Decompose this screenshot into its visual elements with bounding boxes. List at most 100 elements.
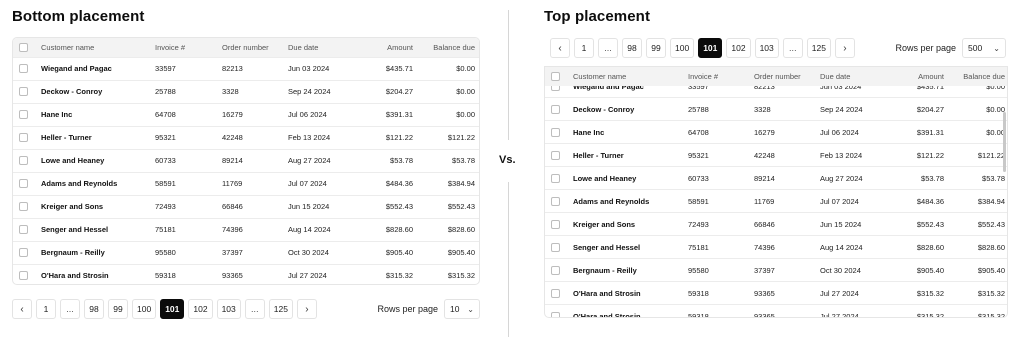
column-header[interactable]: Invoice #	[155, 38, 222, 57]
column-header[interactable]: Due date	[288, 38, 355, 57]
amount-cell: $552.43	[355, 194, 413, 218]
page-button[interactable]: 99	[646, 38, 666, 58]
table-row[interactable]: Adams and Reynolds 58591 11769 Jul 07 2024 $…	[13, 171, 479, 195]
page-button[interactable]: 102	[726, 38, 751, 58]
balance-due-cell: $384.94	[944, 189, 1007, 213]
table-row[interactable]: Bergnaum - Reilly 95580 37397 Oct 30 2024 $9…	[13, 240, 479, 264]
balance-due-cell: $0.00	[944, 97, 1007, 121]
panel-title: Top placement	[544, 8, 651, 25]
balance-due-cell: $0.00	[413, 102, 479, 126]
page-button[interactable]: 1	[574, 38, 594, 58]
row-checkbox[interactable]	[551, 219, 560, 229]
table-row[interactable]: Adams and Reynolds 58591 11769 Jul 07 2024 $…	[545, 189, 1007, 213]
column-header[interactable]: Order number	[222, 38, 288, 57]
page-button[interactable]: 103	[216, 299, 241, 319]
order-number-cell: 66846	[754, 212, 820, 236]
column-header[interactable]: Balance due	[413, 38, 479, 57]
order-number-cell: 42248	[222, 125, 288, 149]
invoice-cell: 72493	[155, 194, 222, 218]
table-row[interactable]: Hane Inc 64708 16279 Jul 06 2024 $391.31 $0.0…	[545, 120, 1007, 144]
row-checkbox[interactable]	[551, 242, 560, 252]
page-button[interactable]: 125	[268, 299, 293, 319]
rows-per-page-select[interactable]: 10 ⌄	[444, 299, 480, 319]
current-page-button[interactable]: 101	[698, 38, 723, 58]
row-checkbox[interactable]	[19, 64, 28, 73]
table-row[interactable]: Senger and Hessel 75181 74396 Aug 14 2024 $8…	[545, 235, 1007, 259]
page-button[interactable]: 125	[806, 38, 831, 58]
pagination-ellipsis[interactable]: …	[598, 38, 618, 58]
rows-per-page-select[interactable]: 500 ⌄	[962, 38, 1006, 58]
select-all-checkbox[interactable]	[551, 72, 560, 81]
row-checkbox[interactable]	[19, 87, 28, 96]
table-scroll-area[interactable]: Wiegand and Pagac 33597 82213 Jun 03 2024 $4…	[545, 86, 1007, 317]
order-number-cell: 16279	[754, 120, 820, 144]
select-all-checkbox[interactable]	[19, 42, 28, 52]
row-checkbox[interactable]	[19, 248, 28, 257]
page-button[interactable]: 102	[188, 299, 213, 319]
table-row[interactable]: Deckow - Conroy 25788 3328 Sep 24 2024 $204.…	[545, 97, 1007, 121]
table-row[interactable]: Wiegand and Pagac 33597 82213 Jun 03 2024 $4…	[13, 56, 479, 80]
column-header[interactable]: Amount	[355, 38, 413, 57]
pagination-ellipsis[interactable]: …	[244, 299, 265, 319]
row-checkbox[interactable]	[19, 133, 28, 142]
column-header[interactable]: Customer name	[573, 67, 688, 86]
page-button[interactable]: 99	[108, 299, 128, 319]
row-checkbox[interactable]	[551, 150, 560, 160]
table-row[interactable]: Kreiger and Sons 72493 66846 Jun 15 2024 $55…	[545, 212, 1007, 236]
table-row[interactable]: Bergnaum - Reilly 95580 37397 Oct 30 2024 $9…	[545, 258, 1007, 282]
chevron-left-icon[interactable]: ‹	[550, 38, 570, 58]
column-header[interactable]: Due date	[820, 67, 888, 86]
table-row[interactable]: Kreiger and Sons 72493 66846 Jun 15 2024 $55…	[13, 194, 479, 218]
table-row[interactable]: O'Hara and Strosin 59318 93365 Jul 27 2024 $…	[545, 281, 1007, 305]
table-row[interactable]: Heller - Turner 95321 42248 Feb 13 2024 $121…	[13, 125, 479, 149]
scrollbar[interactable]	[1003, 112, 1006, 172]
amount-cell: $435.71	[355, 56, 413, 80]
row-checkbox[interactable]	[19, 202, 28, 211]
pagination-ellipsis[interactable]: …	[60, 299, 80, 319]
column-header[interactable]: Balance due	[944, 67, 1007, 86]
amount-cell: $828.60	[888, 235, 944, 259]
table-row[interactable]: Senger and Hessel 75181 74396 Aug 14 2024 $8…	[13, 217, 479, 241]
order-number-cell: 3328	[222, 79, 288, 103]
row-checkbox[interactable]	[19, 156, 28, 165]
column-header[interactable]: Order number	[754, 67, 820, 86]
table-row[interactable]: Deckow - Conroy 25788 3328 Sep 24 2024 $204.…	[13, 79, 479, 103]
due-date-cell: Oct 30 2024	[820, 258, 888, 282]
column-header[interactable]: Amount	[888, 67, 944, 86]
row-checkbox[interactable]	[551, 196, 560, 206]
row-checkbox[interactable]	[551, 173, 560, 183]
rows-per-page-value: 10	[450, 304, 460, 314]
page-button[interactable]: 103	[754, 38, 779, 58]
chevron-left-icon[interactable]: ‹	[12, 299, 32, 319]
chevron-right-icon[interactable]: ›	[296, 299, 317, 319]
current-page-button[interactable]: 101	[160, 299, 185, 319]
row-checkbox[interactable]	[551, 104, 560, 114]
row-checkbox[interactable]	[551, 86, 560, 91]
row-checkbox[interactable]	[551, 288, 560, 298]
page-button[interactable]: 100	[132, 299, 157, 319]
page-button[interactable]: 98	[84, 299, 104, 319]
table-row[interactable]: Wiegand and Pagac 33597 82213 Jun 03 2024 $4…	[545, 86, 1007, 98]
column-header[interactable]: Invoice #	[688, 67, 754, 86]
table-row[interactable]: O'Hara and Strosin 59318 93365 Jul 27 2024 $…	[545, 304, 1007, 317]
table-row[interactable]: Lowe and Heaney 60733 89214 Aug 27 2024 $53.…	[13, 148, 479, 172]
row-checkbox[interactable]	[551, 311, 560, 317]
row-checkbox[interactable]	[551, 127, 560, 137]
chevron-right-icon[interactable]: ›	[834, 38, 855, 58]
due-date-cell: Jul 07 2024	[288, 171, 355, 195]
row-checkbox[interactable]	[19, 110, 28, 119]
page-button[interactable]: 98	[622, 38, 642, 58]
row-checkbox[interactable]	[19, 225, 28, 234]
column-header[interactable]: Customer name	[41, 38, 155, 57]
table-row[interactable]: Hane Inc 64708 16279 Jul 06 2024 $391.31 $0.0…	[13, 102, 479, 126]
amount-cell: $53.78	[355, 148, 413, 172]
page-button[interactable]: 1	[36, 299, 56, 319]
row-checkbox[interactable]	[551, 265, 560, 275]
row-checkbox[interactable]	[19, 271, 28, 281]
table-row[interactable]: O'Hara and Strosin 59318 93365 Jul 27 2024 $…	[13, 263, 479, 284]
page-button[interactable]: 100	[670, 38, 695, 58]
pagination-ellipsis[interactable]: …	[782, 38, 803, 58]
table-row[interactable]: Lowe and Heaney 60733 89214 Aug 27 2024 $53.…	[545, 166, 1007, 190]
table-row[interactable]: Heller - Turner 95321 42248 Feb 13 2024 $121…	[545, 143, 1007, 167]
row-checkbox[interactable]	[19, 179, 28, 188]
